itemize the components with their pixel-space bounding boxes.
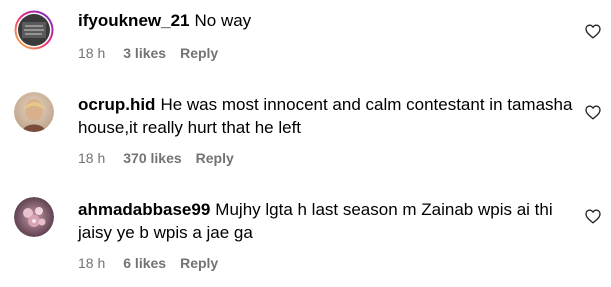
comment-meta: 18 h 370 likes Reply [78, 149, 234, 167]
comment-username[interactable]: ocrup.hid [78, 95, 155, 114]
reply-button[interactable]: Reply [196, 149, 234, 167]
comment-body: ocrup.hid He was most innocent and calm c… [78, 93, 578, 139]
heart-outline-icon[interactable] [585, 105, 601, 120]
heart-outline-icon[interactable] [585, 209, 601, 224]
avatar[interactable] [14, 10, 54, 50]
profile-photo-person-icon [14, 92, 54, 132]
comment-username[interactable]: ifyouknew_21 [78, 11, 190, 30]
profile-photo-sign-icon [14, 10, 54, 50]
comment-item: ahmadabbase99 Mujhy lgta h last season m … [0, 185, 611, 285]
comment-time[interactable]: 18 h [78, 254, 105, 272]
avatar[interactable] [14, 92, 54, 132]
comment-item: ocrup.hid He was most innocent and calm c… [0, 80, 611, 180]
reply-button[interactable]: Reply [180, 44, 218, 62]
reply-button[interactable]: Reply [180, 254, 218, 272]
comment-likes[interactable]: 6 likes [123, 254, 166, 272]
comment-meta: 18 h 3 likes Reply [78, 44, 218, 62]
comment-text: No way [194, 11, 252, 30]
avatar[interactable] [14, 197, 54, 237]
comment-likes[interactable]: 370 likes [123, 149, 181, 167]
comment-body: ahmadabbase99 Mujhy lgta h last season m … [78, 198, 578, 244]
heart-outline-icon[interactable] [585, 24, 601, 39]
comment-likes[interactable]: 3 likes [123, 44, 166, 62]
comment-body: ifyouknew_21 No way [78, 9, 578, 32]
comment-meta: 18 h 6 likes Reply [78, 254, 218, 272]
profile-photo-flower-icon [14, 197, 54, 237]
comment-time[interactable]: 18 h [78, 149, 105, 167]
comment-username[interactable]: ahmadabbase99 [78, 200, 210, 219]
comment-item: ifyouknew_21 No way 18 h 3 likes Reply [0, 0, 611, 80]
comment-time[interactable]: 18 h [78, 44, 105, 62]
